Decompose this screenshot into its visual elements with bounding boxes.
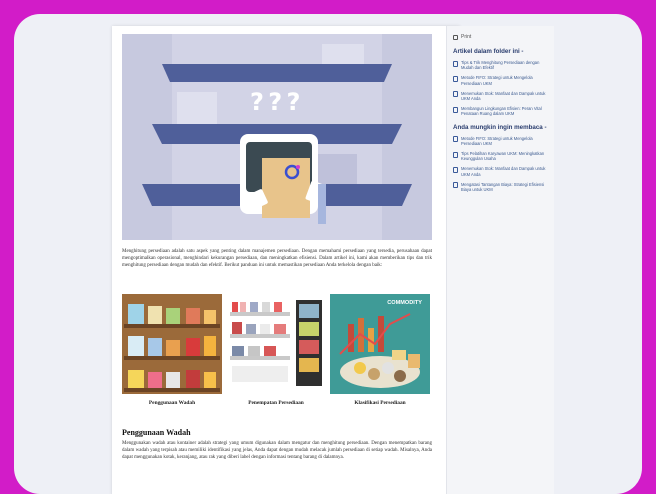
document-icon bbox=[453, 182, 458, 189]
document-icon bbox=[453, 60, 458, 67]
related-item[interactable]: Mengatasi Tantangan Biaya: Strategi Efis… bbox=[453, 182, 548, 192]
folder-item-label: Membangun Lingkungan Efisien: Peran Vita… bbox=[461, 106, 542, 117]
folder-heading: Artikel dalam folder ini - bbox=[453, 48, 524, 55]
folder-list: Tips & Trik Menghitung Persediaan dengan… bbox=[453, 60, 548, 117]
folder-item-label: Menemukan Stok: Manfaat dan Dampak untuk… bbox=[461, 90, 546, 102]
folder-item-label: Tips & Trik Menghitung Persediaan dengan… bbox=[461, 60, 540, 71]
article-card: ? ? ? Menghitung persediaan adalah satu … bbox=[112, 26, 460, 494]
commodity-badge: COMMODITY bbox=[387, 300, 422, 306]
question-marks: ? ? ? bbox=[250, 88, 301, 116]
image-gallery: Penggunaan Wadah Penempatan Persediaan C… bbox=[122, 294, 432, 414]
document-icon bbox=[453, 166, 458, 173]
folder-item[interactable]: Tips & Trik Menghitung Persediaan dengan… bbox=[453, 60, 548, 70]
folder-item[interactable]: Menemukan Stok: Manfaat dan Dampak untuk… bbox=[453, 91, 548, 101]
document-icon bbox=[453, 151, 458, 158]
related-item[interactable]: Tips Pelatihan Karyawan UKM: Meningkatka… bbox=[453, 151, 548, 161]
printer-icon bbox=[453, 34, 458, 40]
folder-item[interactable]: Membangun Lingkungan Efisien: Peran Vita… bbox=[453, 106, 548, 116]
related-item-label: Menemukan Stok: Manfaat dan Dampak untuk… bbox=[461, 166, 546, 177]
classification-image: COMMODITY bbox=[330, 294, 430, 394]
gallery-caption-placement: Penempatan Persediaan bbox=[248, 400, 304, 406]
intro-paragraph: Menghitung persediaan adalah satu aspek … bbox=[122, 249, 432, 269]
folder-item-label: Metode FIFO: Strategi untuk Mengelola Pe… bbox=[461, 75, 533, 86]
document-icon bbox=[453, 75, 458, 82]
section-heading: Penggunaan Wadah bbox=[122, 428, 191, 437]
folder-item[interactable]: Metode FIFO: Strategi untuk Mengelola Pe… bbox=[453, 75, 548, 86]
hero-illustration: ? ? ? bbox=[122, 34, 432, 240]
related-item-label: Mengatasi Tantangan Biaya: Strategi Efis… bbox=[461, 181, 545, 193]
related-heading: Anda mungkin ingin membaca - bbox=[453, 123, 547, 131]
related-list: Metode FIFO: Strategi untuk Mengelola Pe… bbox=[453, 136, 548, 193]
print-button[interactable]: Print bbox=[453, 34, 548, 40]
section-paragraph: Menggunakan wadah atau kontainer adalah … bbox=[122, 441, 432, 461]
related-item[interactable]: Metode FIFO: Strategi untuk Mengelola Pe… bbox=[453, 136, 548, 146]
related-item[interactable]: Menemukan Stok: Manfaat dan Dampak untuk… bbox=[453, 166, 548, 177]
gallery-caption-classification: Klasifikasi Persediaan bbox=[354, 400, 406, 406]
gallery-caption-containers: Penggunaan Wadah bbox=[148, 400, 196, 406]
document-icon bbox=[453, 106, 458, 113]
document-icon bbox=[453, 91, 458, 98]
placement-image bbox=[226, 294, 326, 394]
containers-image bbox=[122, 294, 222, 394]
document-icon bbox=[453, 136, 458, 143]
sidebar: Print Artikel dalam folder ini - Tips & … bbox=[446, 26, 554, 494]
related-item-label: Tips Pelatihan Karyawan UKM: Meningkatka… bbox=[461, 151, 545, 162]
print-label: Print bbox=[461, 34, 472, 40]
browser-frame: ? ? ? Menghitung persediaan adalah satu … bbox=[14, 14, 642, 494]
related-item-label: Metode FIFO: Strategi untuk Mengelola Pe… bbox=[461, 135, 533, 146]
